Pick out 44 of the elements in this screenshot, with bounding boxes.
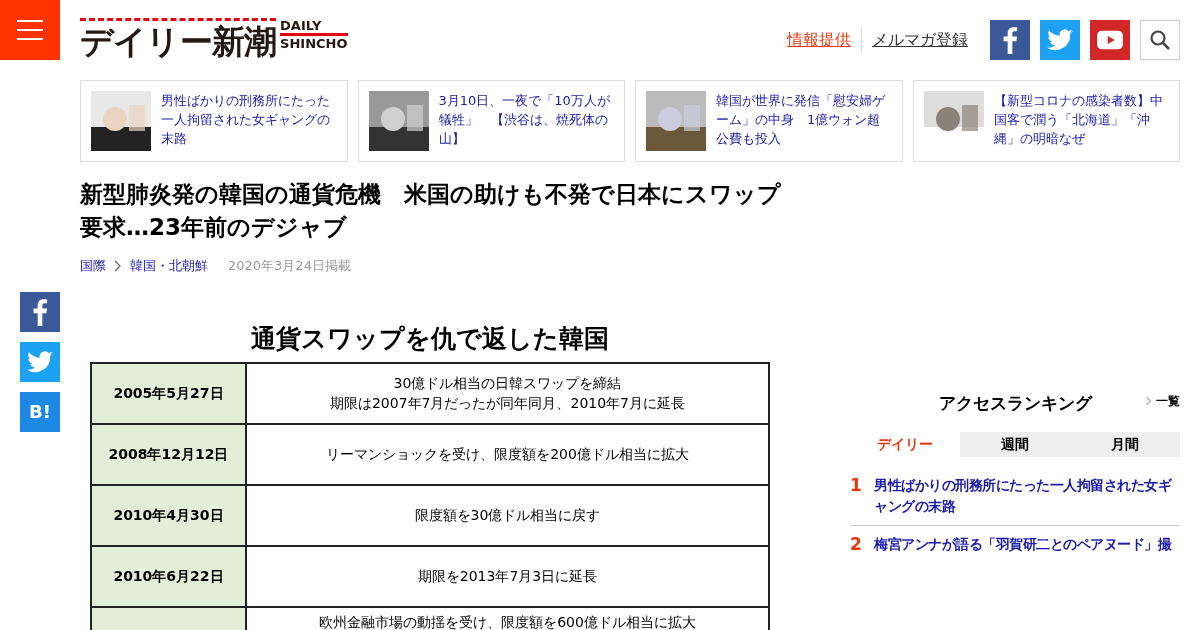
related-article-title: 男性ばかりの刑務所にたった一人拘留された女ギャングの末路 [161, 92, 331, 148]
social-button[interactable] [990, 20, 1030, 60]
share-button[interactable] [20, 291, 60, 332]
event-text: 欧州金融市場の動揺を受け、限度額を600億ドル相当に拡大 [319, 612, 696, 630]
article-title: 新型肺炎発の韓国の通貨危機 米国の助けも不発で日本にスワップ要求…23年前のデジャブ [80, 180, 782, 242]
social-button[interactable] [1040, 20, 1080, 60]
menu-button[interactable] [0, 0, 60, 60]
ranking-title: アクセスランキング [938, 392, 1092, 416]
ranking-article-link[interactable]: 男性ばかりの刑務所にたった一人拘留された女ギャングの末路 [874, 475, 1180, 517]
ranking-tab[interactable]: デイリー [850, 432, 960, 457]
header-link[interactable]: 情報提供 [777, 28, 861, 52]
related-article-title: 3月10日、一夜で「10万人が犠牲」 【渋谷は、焼死体の山】 [438, 92, 611, 148]
date-cell: 2008年12月12日 [92, 424, 247, 484]
breadcrumb-link[interactable]: 韓国・北朝鮮 [130, 256, 208, 276]
date-cell: 2010年6月22日 [92, 546, 247, 606]
event-text: 限度額を30億ドル相当に戻す [414, 506, 601, 525]
related-article-title: 韓国が世界に発信「慰安婦ゲーム」の中身 1億ウォン超公費も投入 [716, 92, 886, 148]
share-button[interactable]: B! [20, 391, 60, 432]
infographic-title: 通貨スワップを仇で返した韓国 [250, 323, 610, 354]
related-article-card[interactable]: 3月10日、一夜で「10万人が犠牲」 【渋谷は、焼死体の山】 [357, 80, 625, 162]
event-text: 期限は2007年7月だったが同年同月、2010年7月に延長 [329, 394, 686, 413]
chevron-icon [114, 259, 122, 272]
publish-date: 2020年3月24日掲載 [228, 257, 351, 275]
search-button[interactable] [1140, 20, 1180, 60]
header-link[interactable]: メルマガ登録 [861, 28, 978, 52]
date-cell: 2005年5月27日 [92, 363, 247, 423]
chevron-icon [1146, 396, 1152, 406]
menu-icon [17, 19, 43, 41]
related-article-card[interactable]: 男性ばかりの刑務所にたった一人拘留された女ギャングの末路 [80, 80, 348, 162]
related-article-card[interactable]: 韓国が世界に発信「慰安婦ゲーム」の中身 1億ウォン超公費も投入 [635, 80, 903, 162]
share-button[interactable] [20, 341, 60, 382]
date-cell: 2010年4月30日 [92, 485, 247, 545]
rank-number: 1 [850, 475, 862, 497]
related-article-title: 【新型コロナの感染者数】中国客で潤う「北海道」「沖縄」の明暗なぜ [993, 92, 1164, 148]
event-text: 期限を2013年7月3日に延長 [417, 567, 598, 586]
view-all-link[interactable]: 一覧 [1146, 392, 1180, 410]
ranking-article-link[interactable]: 梅宮アンナが語る「羽賀研二とのペアヌード」撮 [874, 534, 1171, 555]
social-button[interactable] [1090, 20, 1130, 60]
search-icon [1148, 28, 1172, 52]
related-article-card[interactable]: 【新型コロナの感染者数】中国客で潤う「北海道」「沖縄」の明暗なぜ [912, 80, 1180, 162]
event-text: 30億ドル相当の日韓スワップを締結 [393, 374, 622, 393]
breadcrumb-link[interactable]: 国際 [80, 256, 106, 276]
rank-number: 2 [850, 534, 862, 555]
event-text: リーマンショックを受け、限度額を200億ドル相当に拡大 [326, 445, 689, 464]
